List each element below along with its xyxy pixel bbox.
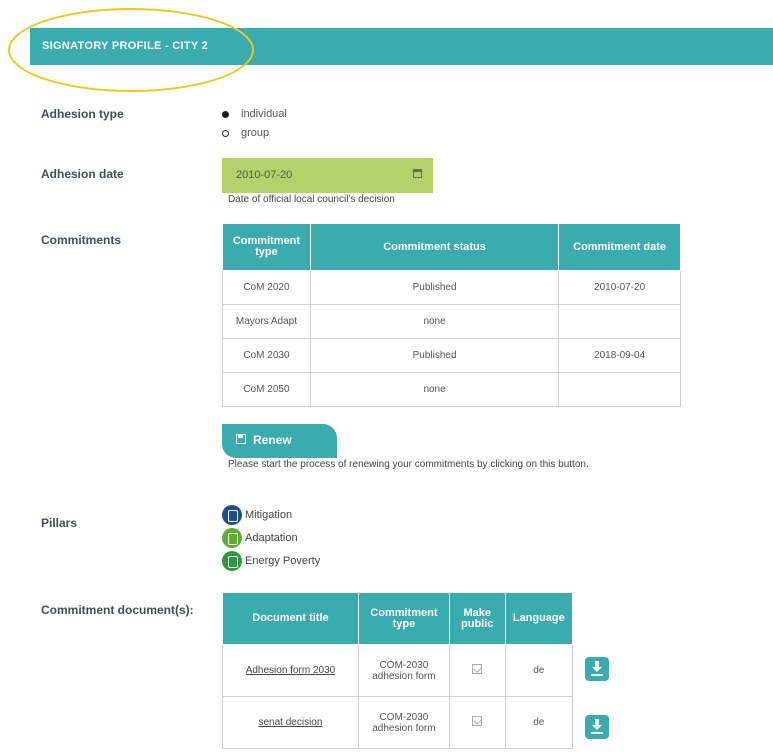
column-header: Document title <box>222 592 359 645</box>
pillar-label: Energy Poverty <box>245 555 321 567</box>
commitment-date <box>558 372 681 407</box>
column-header: Commitment date <box>558 223 681 271</box>
table-row: senat decision COM-2030 adhesion form de <box>222 696 574 749</box>
table-row: CoM 2020 Published 2010-07-20 <box>222 270 681 305</box>
radio-individual[interactable]: individual <box>222 108 287 120</box>
column-header: Commitment type <box>222 223 311 271</box>
pillar-label: Mitigation <box>245 509 293 521</box>
commitment-date <box>558 304 681 339</box>
page-title: SIGNATORY PROFILE - CITY 2 <box>42 40 209 52</box>
commitments-table: Commitment type Commitment status Commit… <box>222 223 681 407</box>
document-title-link[interactable]: senat decision <box>258 717 322 728</box>
pillars-label: Pillars <box>41 516 78 530</box>
commitments-label: Commitments <box>41 233 122 247</box>
renew-hint: Please start the process of renewing you… <box>228 459 589 470</box>
commitment-status: Published <box>309 338 560 373</box>
table-row: CoM 2030 Published 2018-09-04 <box>222 338 681 373</box>
commitment-type: CoM 2050 <box>222 372 311 407</box>
renew-button[interactable]: Renew <box>222 424 337 458</box>
pillar-energy-poverty: Energy Poverty <box>222 551 320 571</box>
commitment-date: 2018-09-04 <box>558 338 681 373</box>
document-type: COM-2030 adhesion form <box>357 696 450 749</box>
column-header: Commitment type <box>357 592 450 645</box>
commitment-status: none <box>309 372 560 407</box>
pillar-mitigation: Mitigation <box>222 505 292 525</box>
mitigation-icon <box>222 505 242 525</box>
make-public-checkbox[interactable] <box>472 664 483 674</box>
radio-individual-label: individual <box>241 108 287 120</box>
adhesion-type-label: Adhesion type <box>41 107 124 121</box>
download-button[interactable] <box>585 715 609 739</box>
energy-poverty-icon <box>222 551 242 571</box>
table-row: Adhesion form 2030 COM-2030 adhesion for… <box>222 644 574 697</box>
page-title-banner: SIGNATORY PROFILE - CITY 2 <box>30 28 773 65</box>
column-header: Commitment status <box>309 223 560 271</box>
commitment-type: CoM 2020 <box>222 270 311 305</box>
document-title-link[interactable]: Adhesion form 2030 <box>246 665 336 676</box>
download-icon <box>592 661 602 674</box>
calendar-icon[interactable] <box>413 169 422 178</box>
renew-button-label: Renew <box>253 433 292 447</box>
pillar-label: Adaptation <box>245 532 298 544</box>
adhesion-date-input[interactable]: 2010-07-20 <box>222 158 433 193</box>
commitment-status: none <box>309 304 560 339</box>
documents-table: Document title Commitment type Make publ… <box>222 592 574 749</box>
pillar-adaptation: Adaptation <box>222 528 298 548</box>
document-type: COM-2030 adhesion form <box>357 644 450 697</box>
table-row: Mayors Adapt none <box>222 304 681 339</box>
adhesion-date-value: 2010-07-20 <box>236 169 293 181</box>
column-header: Language <box>504 592 574 645</box>
download-icon <box>592 719 602 732</box>
download-button[interactable] <box>585 657 609 681</box>
commitment-date: 2010-07-20 <box>558 270 681 305</box>
documents-label: Commitment document(s): <box>41 603 194 617</box>
commitment-type: CoM 2030 <box>222 338 311 373</box>
radio-checked-icon[interactable] <box>222 110 229 118</box>
commitment-status: Published <box>309 270 560 305</box>
adhesion-date-hint: Date of official local council's decisio… <box>228 194 395 205</box>
document-language: de <box>504 696 574 749</box>
radio-group-label: group <box>241 127 270 139</box>
adhesion-date-label: Adhesion date <box>41 167 124 181</box>
document-language: de <box>504 644 574 697</box>
column-header: Make public <box>448 592 506 645</box>
radio-group[interactable]: group <box>222 127 269 139</box>
commitment-type: Mayors Adapt <box>222 304 311 339</box>
radio-unchecked-icon[interactable] <box>222 129 229 137</box>
adaptation-icon <box>222 528 242 548</box>
table-row: CoM 2050 none <box>222 372 681 407</box>
floppy-disk-icon <box>236 434 246 444</box>
make-public-checkbox[interactable] <box>472 716 483 726</box>
